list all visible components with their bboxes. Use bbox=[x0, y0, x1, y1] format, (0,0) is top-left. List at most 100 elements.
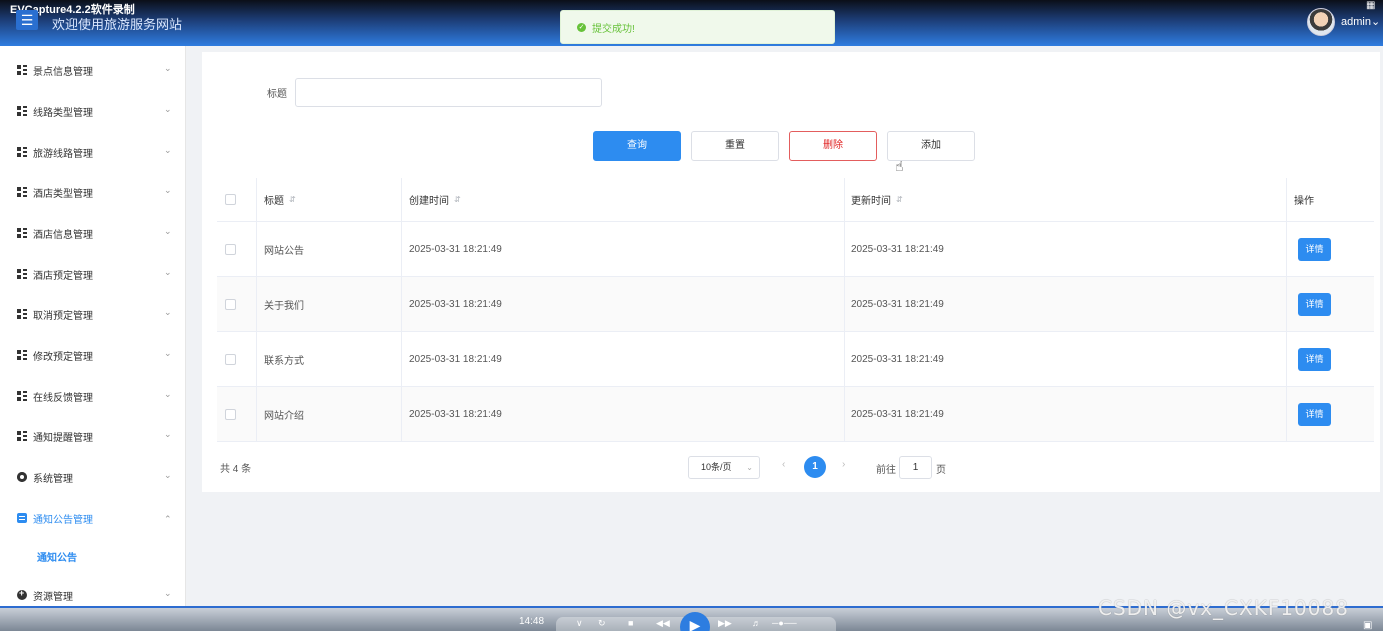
main-panel: 标题 查询 重置 删除 添加 标题 ⇵ 创建时间 ⇵ 更新时间 ⇵ 操作 网站公告 2… bbox=[202, 52, 1380, 492]
sidebar-item-hotel-type[interactable]: 酒店类型管理 ⌄ bbox=[0, 172, 186, 212]
reset-button[interactable]: 重置 bbox=[691, 131, 779, 161]
row-created: 2025-03-31 18:21:49 bbox=[409, 243, 502, 255]
sidebar-item-travel-route[interactable]: 旅游线路管理 ⌄ bbox=[0, 132, 186, 172]
row-created: 2025-03-31 18:21:49 bbox=[409, 298, 502, 310]
sidebar-item-label: 通知公告管理 bbox=[33, 514, 93, 526]
row-checkbox[interactable] bbox=[225, 277, 236, 331]
row-title: 联系方式 bbox=[264, 355, 304, 367]
chevron-down-icon: ⌄ bbox=[164, 267, 172, 277]
grid-icon bbox=[17, 431, 27, 441]
hamburger-icon[interactable]: ☰ bbox=[16, 10, 38, 30]
row-updated: 2025-03-31 18:21:49 bbox=[851, 408, 944, 420]
grid-icon bbox=[17, 269, 27, 279]
hand-cursor-icon: ☝ bbox=[895, 158, 904, 174]
column-header-updated[interactable]: 更新时间 ⇵ bbox=[851, 178, 903, 221]
avatar[interactable] bbox=[1307, 8, 1335, 36]
row-checkbox[interactable] bbox=[225, 387, 236, 441]
loop-icon[interactable]: ↻ bbox=[598, 618, 606, 629]
sidebar-item-announcements[interactable]: 通知公告管理 ⌃ bbox=[0, 498, 186, 538]
sidebar-item-label: 旅游线路管理 bbox=[33, 148, 93, 160]
grid-icon bbox=[17, 106, 27, 116]
detail-button[interactable]: 详情 bbox=[1298, 402, 1331, 426]
grid-icon bbox=[17, 228, 27, 238]
chevron-down-icon: ⌄ bbox=[164, 588, 172, 598]
sidebar-item-route-type[interactable]: 线路类型管理 ⌄ bbox=[0, 91, 186, 131]
grid-icon bbox=[17, 147, 27, 157]
goto-suffix: 页 bbox=[936, 465, 946, 476]
sidebar-subitem-announcement[interactable]: 通知公告 bbox=[0, 537, 186, 575]
search-label: 标题 bbox=[267, 89, 287, 100]
table-row: 联系方式 2025-03-31 18:21:49 2025-03-31 18:2… bbox=[217, 332, 1374, 387]
success-toast: ✓ 提交成功! bbox=[560, 10, 835, 44]
sidebar-item-hotel-booking[interactable]: 酒店预定管理 ⌄ bbox=[0, 254, 186, 294]
gear-icon bbox=[17, 472, 27, 482]
column-header-created[interactable]: 创建时间 ⇵ bbox=[409, 178, 461, 221]
sidebar-item-label: 资源管理 bbox=[33, 591, 73, 603]
chevron-down-icon: ⌄ bbox=[164, 185, 172, 195]
table-row: 关于我们 2025-03-31 18:21:49 2025-03-31 18:2… bbox=[217, 277, 1374, 332]
page-size-select[interactable]: 10条/页 ⌄ bbox=[688, 456, 760, 479]
toast-message: 提交成功! bbox=[592, 23, 635, 35]
sidebar-item-hotel-info[interactable]: 酒店信息管理 ⌄ bbox=[0, 213, 186, 253]
sidebar-item-label: 酒店信息管理 bbox=[33, 229, 93, 241]
row-title: 网站介绍 bbox=[264, 410, 304, 422]
title-search-input[interactable] bbox=[295, 78, 602, 107]
grid-icon bbox=[17, 391, 27, 401]
prev-page-icon[interactable]: ‹ bbox=[782, 459, 785, 470]
sort-icon[interactable]: ⇵ bbox=[896, 195, 903, 204]
sidebar-item-label: 酒店预定管理 bbox=[33, 270, 93, 282]
row-created: 2025-03-31 18:21:49 bbox=[409, 408, 502, 420]
table-row: 网站介绍 2025-03-31 18:21:49 2025-03-31 18:2… bbox=[217, 387, 1374, 442]
volume-slider[interactable]: ─●── bbox=[772, 618, 797, 628]
sidebar-item-system[interactable]: 系统管理 ⌄ bbox=[0, 457, 186, 497]
table-row: 网站公告 2025-03-31 18:21:49 2025-03-31 18:2… bbox=[217, 222, 1374, 277]
plus-circle-icon bbox=[17, 588, 27, 600]
forward-icon[interactable]: ▶▶ bbox=[718, 618, 732, 629]
chevron-down-icon: ⌄ bbox=[164, 226, 172, 236]
column-header-title[interactable]: 标题 ⇵ bbox=[264, 178, 296, 221]
sort-icon[interactable]: ⇵ bbox=[454, 195, 461, 204]
chevron-down-icon: ⌄ bbox=[164, 348, 172, 358]
sidebar-item-label: 在线反馈管理 bbox=[33, 392, 93, 404]
add-button[interactable]: 添加 bbox=[887, 131, 975, 161]
row-checkbox[interactable] bbox=[225, 332, 236, 386]
page-size-value: 10条/页 bbox=[701, 462, 732, 472]
sidebar-item-cancel-booking[interactable]: 取消预定管理 ⌄ bbox=[0, 294, 186, 334]
detail-button[interactable]: 详情 bbox=[1298, 347, 1331, 371]
fullscreen-icon[interactable]: ▣ bbox=[1363, 620, 1372, 631]
detail-button[interactable]: 详情 bbox=[1298, 237, 1331, 261]
site-title: 欢迎使用旅游服务网站 bbox=[52, 17, 183, 32]
volume-icon[interactable]: ♬ bbox=[752, 618, 761, 628]
user-menu[interactable]: admin⌄ bbox=[1341, 15, 1380, 28]
check-circle-icon: ✓ bbox=[577, 22, 586, 32]
sort-icon[interactable]: ⇵ bbox=[289, 195, 296, 204]
pagination-total: 共 4 条 bbox=[220, 464, 252, 475]
detail-button[interactable]: 详情 bbox=[1298, 292, 1331, 316]
sidebar-item-scenic-info[interactable]: 景点信息管理 ⌄ bbox=[0, 50, 186, 90]
select-all-checkbox[interactable] bbox=[225, 178, 236, 221]
chevron-down-icon: ⌄ bbox=[164, 389, 172, 399]
grid-icon bbox=[17, 65, 27, 75]
grid-icon[interactable]: ▦ bbox=[1366, 0, 1375, 11]
rewind-icon[interactable]: ◀◀ bbox=[656, 618, 670, 629]
delete-button[interactable]: 删除 bbox=[789, 131, 877, 161]
sidebar-item-feedback[interactable]: 在线反馈管理 ⌄ bbox=[0, 376, 186, 416]
sidebar-item-modify-booking[interactable]: 修改预定管理 ⌄ bbox=[0, 335, 186, 375]
stop-icon[interactable]: ■ bbox=[628, 618, 633, 628]
row-checkbox[interactable] bbox=[225, 222, 236, 276]
query-button[interactable]: 查询 bbox=[593, 131, 681, 161]
sidebar: 景点信息管理 ⌄ 线路类型管理 ⌄ 旅游线路管理 ⌄ 酒店类型管理 ⌄ 酒店信息… bbox=[0, 46, 186, 606]
user-name: admin bbox=[1341, 16, 1371, 28]
chevron-down-icon: ⌄ bbox=[164, 63, 172, 73]
next-page-icon[interactable]: › bbox=[842, 459, 845, 470]
row-title: 网站公告 bbox=[264, 245, 304, 257]
grid-icon bbox=[17, 187, 27, 197]
goto-page-input[interactable]: 1 bbox=[899, 456, 932, 479]
page-number-current[interactable]: 1 bbox=[804, 456, 826, 478]
table-header: 标题 ⇵ 创建时间 ⇵ 更新时间 ⇵ 操作 bbox=[217, 178, 1374, 222]
speed-icon[interactable]: ∨ bbox=[576, 618, 583, 629]
watermark: CSDN @vx_CXKF10088 bbox=[1098, 596, 1349, 620]
chevron-down-icon: ⌄ bbox=[164, 104, 172, 114]
sidebar-item-notifications[interactable]: 通知提醒管理 ⌄ bbox=[0, 416, 186, 456]
chevron-down-icon: ⌄ bbox=[164, 470, 172, 480]
